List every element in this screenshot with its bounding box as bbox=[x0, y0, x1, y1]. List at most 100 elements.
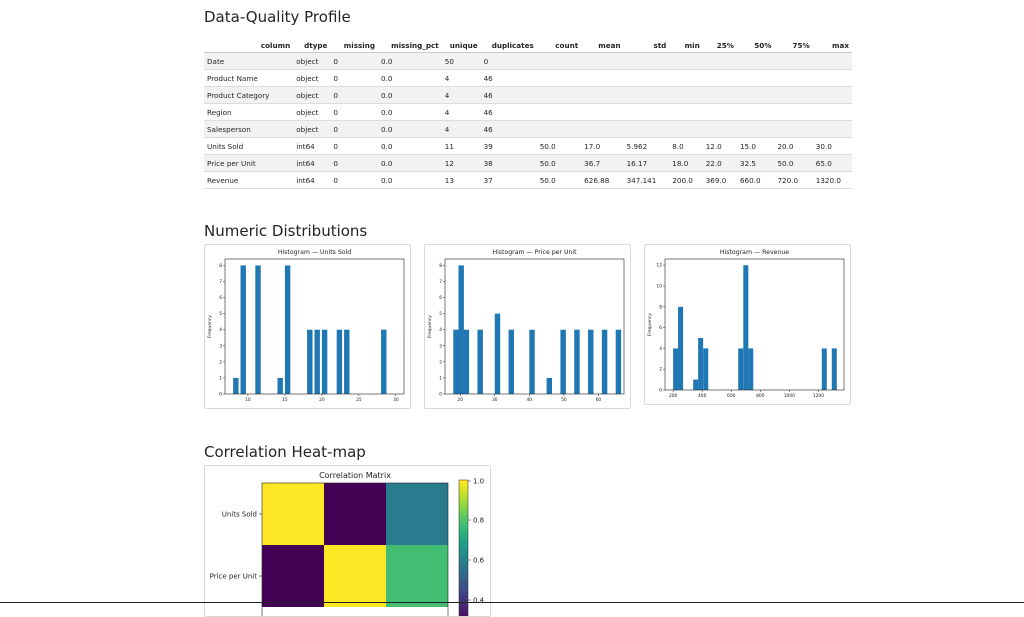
y-tick-label: 5 bbox=[219, 311, 222, 317]
table-cell bbox=[736, 103, 775, 121]
table-cell: 13 bbox=[441, 171, 481, 189]
colorbar-segment bbox=[459, 487, 468, 491]
profile-table: column dtype missing missing_pct unique dupli… bbox=[204, 38, 852, 189]
colorbar-segment bbox=[459, 592, 468, 596]
table-cell bbox=[669, 86, 703, 104]
table-cell bbox=[623, 69, 670, 87]
y-tick-label: 7 bbox=[439, 279, 442, 285]
table-cell bbox=[702, 120, 737, 138]
y-tick-label: 6 bbox=[219, 295, 222, 301]
heatmap-cell bbox=[262, 545, 324, 607]
x-tick-label: 25 bbox=[356, 397, 362, 403]
section-title-correlation: Correlation Heat-map bbox=[204, 443, 366, 461]
colorbar-segment bbox=[459, 532, 468, 537]
heatmap-row-label: Price per Unit bbox=[210, 573, 258, 581]
table-row: Region object 0 0.0 4 46 bbox=[204, 103, 852, 121]
section-title-profile: Data-Quality Profile bbox=[204, 8, 351, 26]
table-cell: object bbox=[293, 86, 331, 104]
colorbar-segment bbox=[459, 567, 468, 572]
table-cell: 720.0 bbox=[774, 171, 813, 189]
table-row: Date object 0 0.0 50 0 bbox=[204, 52, 852, 70]
y-tick-label: 3 bbox=[219, 343, 222, 349]
colorbar-segment bbox=[459, 494, 468, 498]
colorbar-segment bbox=[459, 609, 468, 614]
section-title-distributions: Numeric Distributions bbox=[204, 222, 368, 240]
table-cell: 0.0 bbox=[378, 120, 442, 138]
table-cell: 0.0 bbox=[378, 154, 442, 172]
histogram-bar bbox=[307, 329, 313, 394]
y-tick-label: 2 bbox=[659, 367, 662, 373]
colorbar-segment bbox=[459, 606, 468, 610]
column-header: count bbox=[536, 38, 582, 53]
heatmap-cell bbox=[324, 483, 386, 545]
heatmap-row-label: Units Sold bbox=[222, 511, 257, 519]
table-cell bbox=[702, 69, 737, 87]
table-cell bbox=[774, 120, 813, 138]
table-cell bbox=[812, 86, 852, 104]
table-cell: 46 bbox=[480, 69, 537, 87]
table-cell: 4 bbox=[441, 69, 481, 87]
correlation-heatmap: Correlation Matrix Units Sold Price per Un… bbox=[210, 471, 485, 616]
table-cell bbox=[536, 86, 582, 104]
y-tick-label: 10 bbox=[656, 284, 662, 290]
colorbar-segment bbox=[459, 480, 468, 484]
table-cell bbox=[581, 86, 624, 104]
table-cell: Product Name bbox=[204, 69, 294, 87]
y-tick-label: 1 bbox=[219, 375, 222, 381]
table-cell: int64 bbox=[293, 171, 331, 189]
colorbar-segment bbox=[459, 490, 468, 495]
colorbar-segment bbox=[459, 574, 468, 579]
table-cell: 0 bbox=[330, 86, 379, 104]
colorbar-segment bbox=[459, 501, 468, 505]
table-cell: 50.0 bbox=[774, 154, 813, 172]
table-row: Price per Unit int64 0 0.0 12 38 50.0 36.7 16.17… bbox=[204, 154, 852, 172]
y-tick-label: 5 bbox=[439, 311, 442, 317]
histogram-bar bbox=[344, 329, 350, 394]
table-cell: 1320.0 bbox=[812, 171, 852, 189]
y-tick-label: 4 bbox=[219, 327, 222, 333]
table-cell: Region bbox=[204, 103, 294, 121]
table-cell: 38 bbox=[480, 154, 537, 172]
table-cell: Units Sold bbox=[204, 137, 294, 155]
table-cell bbox=[669, 120, 703, 138]
table-cell: 32.5 bbox=[736, 154, 775, 172]
histogram-bar bbox=[673, 348, 679, 390]
histogram-bar bbox=[255, 265, 261, 394]
table-cell bbox=[581, 69, 624, 87]
y-axis-label: Frequency bbox=[207, 315, 213, 338]
table-cell: 4 bbox=[441, 103, 481, 121]
colorbar-segment bbox=[459, 525, 468, 530]
colorbar-tick-label: 1.0 bbox=[473, 478, 484, 486]
y-tick-label: 7 bbox=[219, 279, 222, 285]
x-tick-label: 1200 bbox=[813, 393, 824, 399]
table-cell: 0 bbox=[480, 52, 537, 70]
table-cell: 18.0 bbox=[669, 154, 703, 172]
table-cell: 12.0 bbox=[702, 137, 737, 155]
table-cell: object bbox=[293, 103, 331, 121]
table-cell: 200.0 bbox=[669, 171, 703, 189]
y-tick-label: 8 bbox=[659, 304, 662, 310]
table-cell: 369.0 bbox=[702, 171, 737, 189]
table-cell: 37 bbox=[480, 171, 537, 189]
histogram-bar bbox=[381, 329, 387, 394]
histogram-bar bbox=[615, 329, 622, 394]
table-cell bbox=[536, 69, 582, 87]
table-cell: 0.0 bbox=[378, 52, 442, 70]
table-cell: 65.0 bbox=[812, 154, 852, 172]
table-cell: 4 bbox=[441, 120, 481, 138]
histogram-bar bbox=[574, 329, 580, 394]
histogram-bar bbox=[336, 329, 343, 394]
table-cell: 0.0 bbox=[378, 171, 442, 189]
table-cell bbox=[736, 52, 775, 70]
table-cell bbox=[669, 69, 703, 87]
table-row: Product Name object 0 0.0 4 46 bbox=[204, 69, 852, 87]
table-cell: Revenue bbox=[204, 171, 294, 189]
colorbar-segment bbox=[459, 560, 468, 565]
table-cell: 0.0 bbox=[378, 69, 442, 87]
y-tick-label: 0 bbox=[439, 392, 442, 398]
colorbar-segment bbox=[459, 585, 468, 589]
y-axis-label: Frequency bbox=[647, 313, 653, 336]
histogram-card-revenue: Histogram — Revenue Frequency 0 2 4 6 8 10 12 200… bbox=[644, 244, 851, 405]
table-cell: 50.0 bbox=[536, 154, 582, 172]
heatmap-title: Correlation Matrix bbox=[319, 471, 391, 480]
